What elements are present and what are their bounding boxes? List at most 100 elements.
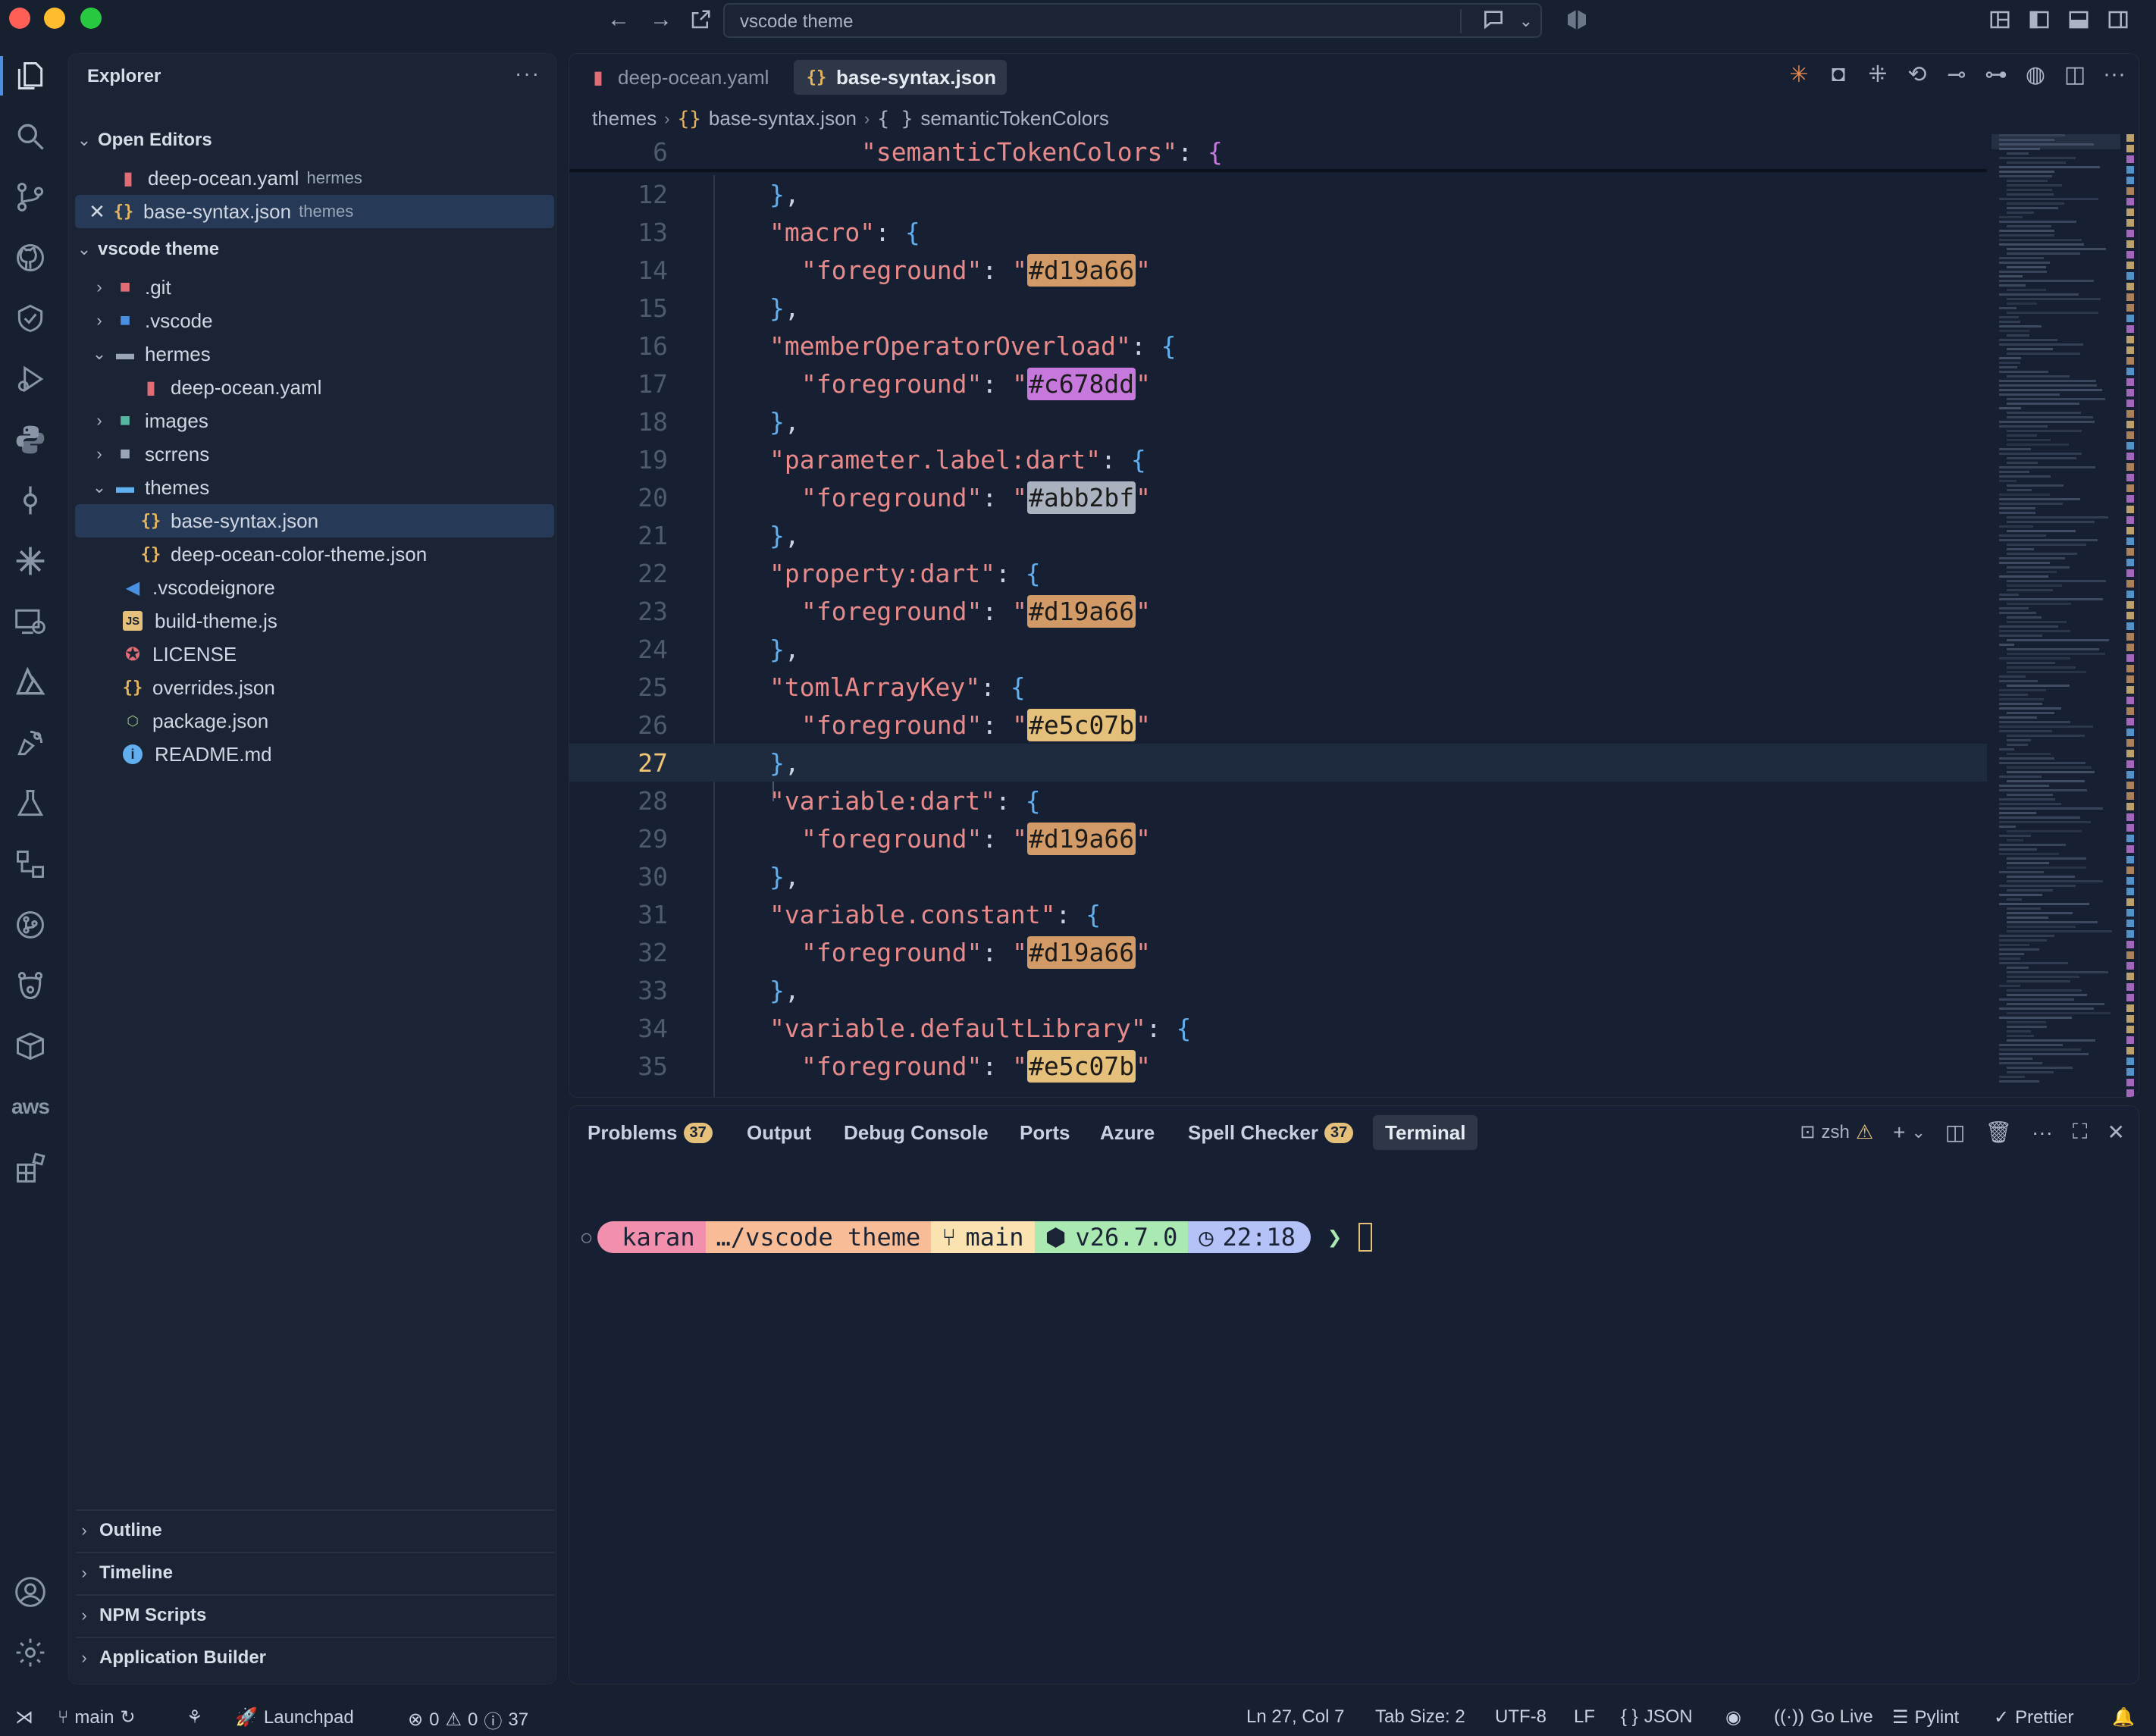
code-line[interactable]: 29 "foreground": "#d19a66" (569, 819, 1987, 857)
code-line[interactable]: 18}, (569, 403, 1987, 440)
code-line[interactable]: 13 "macro": { (569, 213, 1987, 251)
minimize-window-button[interactable] (44, 8, 65, 29)
color-swatch[interactable]: #d19a66 (1027, 822, 1136, 855)
open-editors-section[interactable]: ⌄ Open Editors (75, 124, 554, 157)
launchpad-status[interactable]: 🚀 Launchpad (235, 1706, 354, 1728)
run-debug-icon[interactable] (8, 356, 53, 402)
split-terminal-icon[interactable]: ◫ (1945, 1120, 1965, 1145)
code-line[interactable]: 16 "memberOperatorOverload": { (569, 327, 1987, 365)
code-area[interactable]: 6 "semanticTokenColors": { 12}, 13 "macro"… (569, 134, 1987, 1097)
bear-icon[interactable] (8, 963, 53, 1008)
search-icon[interactable] (8, 114, 53, 159)
chat-icon[interactable] (1481, 7, 1506, 36)
tab-base-syntax-json[interactable]: {} base-syntax.json (794, 60, 1007, 95)
tab-ports[interactable]: Ports (1007, 1115, 1082, 1150)
outline-section[interactable]: › Outline (75, 1509, 554, 1550)
tab-azure[interactable]: Azure (1088, 1115, 1167, 1150)
sticky-scroll-line[interactable]: 6 "semanticTokenColors": { (569, 134, 1987, 172)
color-swatch[interactable]: #e5c07b (1027, 708, 1136, 741)
tree-item-build-theme-js[interactable]: JS build-theme.js (75, 604, 554, 638)
tree-item-scrrens[interactable]: › ■ scrrens (75, 437, 554, 471)
claude-spark-icon[interactable] (8, 538, 53, 584)
more-actions-icon[interactable]: ··· (2032, 1120, 2053, 1145)
code-line[interactable]: 25 "tomlArrayKey": { (569, 668, 1987, 706)
tree-item-hermes[interactable]: ⌄ ▬ hermes (75, 337, 554, 371)
aws-icon[interactable]: aws (8, 1084, 53, 1130)
code-line[interactable]: 12}, (569, 175, 1987, 213)
code-line[interactable]: 17 "foreground": "#c678dd" (569, 365, 1987, 403)
chevron-down-icon[interactable]: ⌄ (1519, 11, 1533, 31)
pylint-status[interactable]: ☰ Pylint (1892, 1706, 1959, 1728)
end-of-line[interactable]: LF (1574, 1706, 1595, 1728)
testing-check-icon[interactable] (8, 296, 53, 341)
back-arrow-icon[interactable]: ← (603, 5, 634, 35)
maximize-panel-icon[interactable]: ⛶ (2073, 1120, 2088, 1145)
preview-icon[interactable]: ◘ (1826, 61, 1850, 88)
breadcrumb-item[interactable]: themes (592, 107, 657, 130)
minimap[interactable] (1991, 134, 2120, 1097)
flask-testing-icon[interactable] (8, 781, 53, 826)
terminal-prompt[interactable]: ○ karan …/vscode theme ⑂ main ⬢ v26.7.0 … (581, 1220, 1373, 1255)
copilot-icon[interactable] (1562, 5, 1592, 35)
code-line[interactable]: 35 "foreground": "#e5c07b" (569, 1047, 1987, 1085)
language-mode[interactable]: { } JSON (1621, 1706, 1693, 1728)
new-terminal-plus-icon[interactable]: + (1893, 1120, 1905, 1145)
timeline-commit-icon[interactable]: ⊸ (1944, 61, 1969, 88)
code-line[interactable]: 26 "foreground": "#e5c07b" (569, 706, 1987, 744)
tab-deep-ocean-yaml[interactable]: ▮ deep-ocean.yaml (575, 60, 779, 95)
git-commit-icon[interactable] (8, 478, 53, 523)
tab-terminal[interactable]: Terminal (1373, 1115, 1478, 1150)
tab-problems[interactable]: Problems 37 (575, 1115, 725, 1150)
tree-item-license[interactable]: ✪ LICENSE (75, 638, 554, 671)
code-line[interactable]: 21}, (569, 516, 1987, 554)
tab-spell-checker[interactable]: Spell Checker 37 (1176, 1115, 1365, 1150)
azure-icon[interactable] (8, 660, 53, 705)
copilot-chat-icon[interactable] (8, 720, 53, 766)
tab-size[interactable]: Tab Size: 2 (1375, 1706, 1465, 1728)
package-box-icon[interactable] (8, 1023, 53, 1069)
code-line[interactable]: 22 "property:dart": { (569, 554, 1987, 592)
code-line[interactable]: 32 "foreground": "#d19a66" (569, 933, 1987, 971)
application-builder-section[interactable]: › Application Builder (75, 1637, 554, 1678)
color-swatch[interactable]: #abb2bf (1027, 481, 1136, 514)
code-line[interactable]: 31 "variable.constant": { (569, 895, 1987, 933)
code-line[interactable]: 34 "variable.defaultLibrary": { (569, 1009, 1987, 1047)
overview-ruler[interactable] (2126, 134, 2136, 1097)
github-icon[interactable] (8, 235, 53, 280)
close-window-button[interactable] (9, 8, 30, 29)
more-actions-icon[interactable]: ··· (515, 61, 541, 86)
color-swatch[interactable]: #d19a66 (1027, 935, 1136, 969)
timeline-section[interactable]: › Timeline (75, 1552, 554, 1593)
tree-item-readme-md[interactable]: i README.md (75, 738, 554, 771)
claude-spark-icon[interactable]: ✳ (1787, 61, 1811, 88)
close-icon[interactable]: ✕ (87, 199, 107, 224)
chevron-down-icon[interactable]: ⌄ (1911, 1123, 1925, 1142)
graph-icon[interactable]: ⁜ (1866, 61, 1890, 88)
open-editor-item[interactable]: ▮ deep-ocean.yaml hermes (75, 161, 554, 195)
tree-item-base-syntax-json[interactable]: {} base-syntax.json (75, 504, 554, 537)
zoom-window-button[interactable] (80, 8, 102, 29)
code-line[interactable]: 19 "parameter.label:dart": { (569, 440, 1987, 478)
toggle-primary-sidebar-icon[interactable] (2024, 5, 2054, 35)
tab-debug-console[interactable]: Debug Console (832, 1115, 1001, 1150)
open-editor-item-active[interactable]: ✕ {} base-syntax.json themes (75, 195, 554, 228)
open-external-icon[interactable] (685, 5, 716, 35)
gitlens-icon[interactable] (8, 902, 53, 948)
prettier-status[interactable]: ✓ Prettier (1994, 1706, 2073, 1728)
tree-item-deep-ocean-color-theme-json[interactable]: {} deep-ocean-color-theme.json (75, 537, 554, 571)
explorer-icon[interactable] (0, 53, 53, 99)
tree-item-vscode[interactable]: › ■ .vscode (75, 304, 554, 337)
trash-icon[interactable]: 🗑 (1985, 1120, 2012, 1145)
notifications-bell-icon[interactable]: 🔔 (2112, 1706, 2135, 1728)
source-control-graph-icon[interactable]: ⚘ (186, 1706, 203, 1728)
branch-status[interactable]: ⑂ main ↻ (58, 1706, 136, 1728)
color-swatch[interactable]: #d19a66 (1027, 253, 1136, 287)
code-line[interactable]: 14 "foreground": "#d19a66" (569, 251, 1987, 289)
source-control-icon[interactable] (8, 174, 53, 220)
remote-explorer-icon[interactable] (8, 599, 53, 644)
code-line[interactable]: 24}, (569, 630, 1987, 668)
terminal-profile-zsh[interactable]: ⊡ zsh ⚠ (1800, 1120, 1873, 1144)
tree-item-themes[interactable]: ⌄ ▬ themes (75, 471, 554, 504)
close-panel-icon[interactable]: ✕ (2107, 1120, 2125, 1145)
toggle-panel-icon[interactable] (2064, 5, 2094, 35)
